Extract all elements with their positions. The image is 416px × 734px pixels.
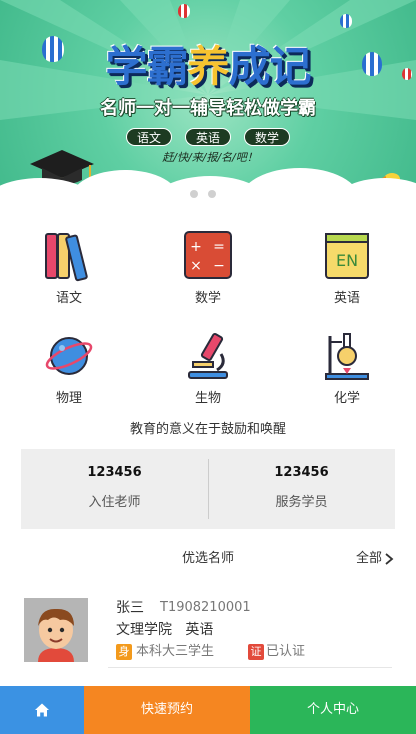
teacher-badges: 身 本科大三学生 证 已认证 <box>116 642 406 662</box>
divider <box>108 667 392 668</box>
svg-text:=: = <box>213 239 225 255</box>
balloon-icon <box>178 4 190 18</box>
certificate-badge-icon: 证 <box>248 644 264 660</box>
tab-home[interactable] <box>0 686 84 734</box>
subject-label: 生物 <box>194 391 221 406</box>
subject-math[interactable]: + = × − 数学 <box>139 222 277 320</box>
balloon-icon <box>362 52 382 76</box>
banner-tag: 英语 <box>185 128 231 146</box>
bottom-tab-bar: 快速预约 个人中心 <box>0 686 416 734</box>
subject-grid: 语文 + = × − 数学 EN 英语 物理 生物 化学 <box>0 222 416 422</box>
section-title: 优选名师 <box>181 551 234 566</box>
carousel-dot[interactable] <box>190 190 198 198</box>
verified-text: 已认证 <box>266 644 306 659</box>
education-text: 本科大三学生 <box>136 644 215 659</box>
stat-students: 123456 服务学员 <box>208 449 395 529</box>
banner-title-part: 成记 <box>228 42 312 91</box>
carousel-dots <box>190 190 216 198</box>
svg-text:−: − <box>213 258 225 274</box>
tab-profile[interactable]: 个人中心 <box>250 686 416 734</box>
english-notebook-icon: EN <box>325 233 369 279</box>
identity-badge-icon: 身 <box>116 644 132 660</box>
planet-icon <box>45 337 93 375</box>
boy-avatar-icon <box>24 598 88 662</box>
subject-label: 英语 <box>333 291 360 306</box>
stat-teachers: 123456 入住老师 <box>21 449 208 529</box>
promo-banner[interactable]: 学霸养成记 名师一对一辅导轻松做学霸 语文 英语 数学 赶/快/来/报/名/吧！ <box>0 0 416 212</box>
carousel-dot[interactable] <box>208 190 216 198</box>
banner-title-part: 学霸 <box>105 42 188 91</box>
featured-teachers-header: 优选名师 全部 <box>0 547 416 571</box>
stat-label: 服务学员 <box>275 495 328 510</box>
view-all-link[interactable]: 全部 <box>356 547 394 571</box>
tab-quick-booking[interactable]: 快速预约 <box>84 686 250 734</box>
subject-english[interactable]: EN 英语 <box>278 222 416 320</box>
subject-label: 化学 <box>333 391 360 406</box>
svg-text:×: × <box>190 258 202 274</box>
home-icon <box>35 703 49 717</box>
teacher-name: 张三 <box>116 600 144 616</box>
stats-panel: 123456 入住老师 123456 服务学员 <box>21 449 395 529</box>
banner-tag: 语文 <box>126 128 172 146</box>
banner-subtitle: 名师一对一辅导轻松做学霸 <box>100 98 316 119</box>
stat-value: 123456 <box>274 465 329 480</box>
view-all-label: 全部 <box>355 551 382 566</box>
page: 学霸养成记 名师一对一辅导轻松做学霸 语文 英语 数学 赶/快/来/报/名/吧！ <box>0 0 416 734</box>
flask-icon <box>325 333 369 380</box>
subject-label: 语文 <box>55 291 82 306</box>
books-icon <box>45 233 88 282</box>
stat-value: 123456 <box>87 465 142 480</box>
banner-title: 学霸养成记 <box>80 40 336 94</box>
subject-chemistry[interactable]: 化学 <box>278 322 416 420</box>
chevron-right-icon <box>385 553 394 565</box>
svg-text:+: + <box>190 239 202 255</box>
teacher-school-subject: 文理学院 英语 <box>116 620 213 640</box>
banner-tags: 语文 英语 数学 <box>126 128 290 146</box>
stat-label: 入住老师 <box>88 495 141 510</box>
subject-chinese[interactable]: 语文 <box>0 222 138 320</box>
avatar <box>24 598 88 662</box>
balloon-icon <box>340 14 352 28</box>
svg-text:EN: EN <box>336 251 358 270</box>
teacher-id: T1908210001 <box>160 600 251 615</box>
microscope-icon <box>188 332 228 379</box>
calculator-icon: + = × − <box>184 231 232 279</box>
subject-physics[interactable]: 物理 <box>0 322 138 420</box>
subject-biology[interactable]: 生物 <box>139 322 277 420</box>
teacher-school: 文理学院 <box>116 622 172 638</box>
banner-slogan: 赶/快/来/报/名/吧！ <box>162 151 258 164</box>
subject-label: 物理 <box>55 391 82 406</box>
teacher-card[interactable]: 张三 T1908210001 文理学院 英语 身 本科大三学生 证 已认证 <box>0 594 416 670</box>
banner-tag: 数学 <box>244 128 290 146</box>
subject-label: 数学 <box>194 291 221 306</box>
teacher-subject: 英语 <box>185 622 214 638</box>
motto-text: 教育的意义在于鼓励和唤醒 <box>129 422 286 437</box>
balloon-icon <box>402 68 412 80</box>
banner-title-highlight: 养 <box>187 42 229 91</box>
balloon-icon <box>42 36 64 62</box>
